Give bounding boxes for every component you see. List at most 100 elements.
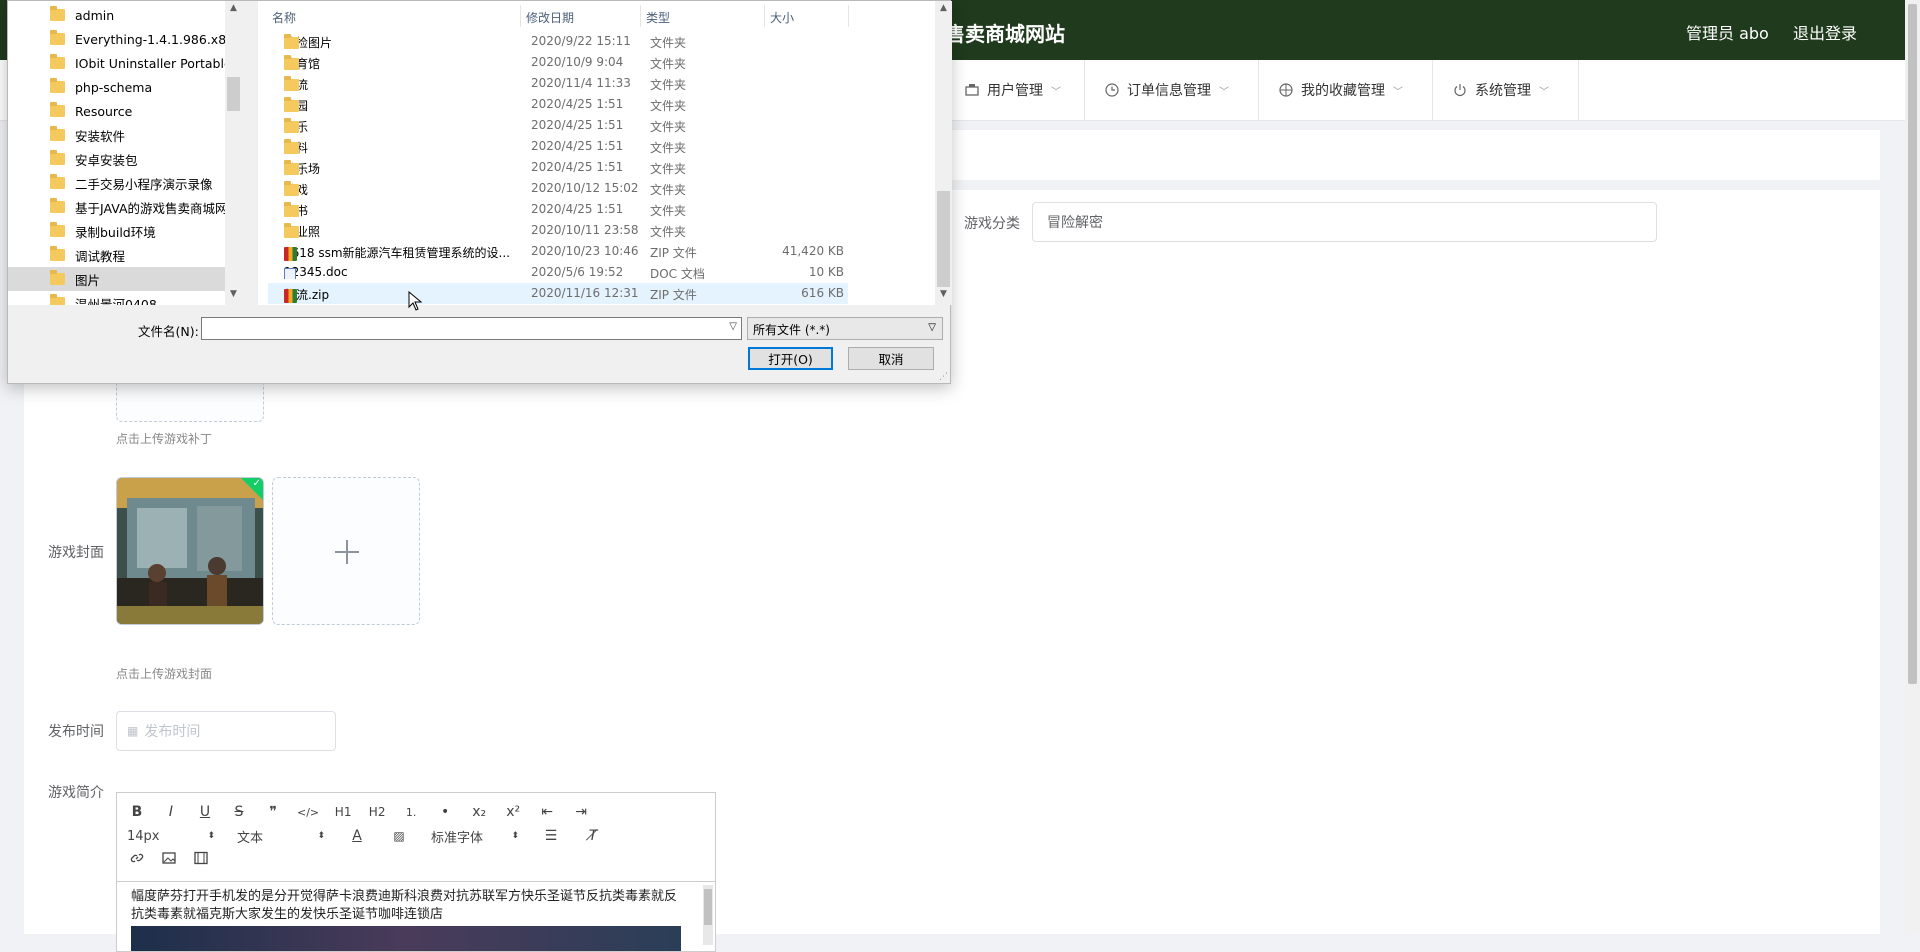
file-row[interactable]: 游乐场 2020/4/25 1:51 文件夹 [268,157,848,178]
cancel-button[interactable]: 取消 [848,347,934,370]
editor-content[interactable]: 幅度萨芬打开手机发的是分开觉得萨卡浪费迪斯科浪费对抗苏联军方快乐圣诞节反抗类毒素… [117,881,715,951]
zip-file-icon [284,247,297,261]
category-input[interactable]: 冒险解密 [1032,202,1657,242]
font-size-select[interactable]: 14px ⬍ [127,829,215,844]
column-name[interactable]: 名称 [272,9,296,26]
underline-button[interactable]: U [195,804,215,820]
folder-tree-item[interactable]: 二手交易小程序演示录像 [8,171,228,195]
folder-tree-label: IObit Uninstaller Portable [75,55,228,71]
logout-link[interactable]: 退出登录 [1793,20,1857,44]
folder-icon [50,78,65,93]
publish-date-input[interactable]: ▦ 发布时间 [116,711,336,751]
filetype-select[interactable]: 所有文件 (*.*) ▽ [747,317,943,340]
outdent-button[interactable]: ⇤ [537,804,557,820]
ordered-list-button[interactable]: 1. [401,806,421,819]
folder-tree-item[interactable]: 图片 [8,267,228,291]
font-family-select[interactable]: 标准字体 ⬍ [431,827,519,846]
clock-icon [1105,83,1119,97]
folder-tree-item[interactable]: Everything-1.4.1.986.x86 [8,27,228,51]
folder-tree-item[interactable]: 基于JAVA的游戏售卖商城网站 [8,195,228,219]
file-row[interactable]: 体育馆 2020/10/9 9:04 文件夹 [268,52,848,73]
folder-tree-item[interactable]: Resource [8,99,228,123]
scroll-up-icon[interactable]: ▲ [225,3,242,13]
subscript-button[interactable]: x₂ [469,804,489,820]
file-type: 文件夹 [650,99,687,113]
folder-tree-item[interactable]: 温州景河0408 [8,291,228,305]
column-type[interactable]: 类型 [646,9,670,26]
menu-user-management[interactable]: 用户管理 ﹀ [945,60,1085,120]
editor-scrollbar[interactable] [703,885,713,945]
italic-button[interactable]: I [161,804,181,820]
align-icon[interactable]: ☰ [541,828,561,844]
menu-favorites-management[interactable]: 我的收藏管理 ﹀ [1259,60,1433,120]
file-list-scroll-thumb[interactable] [937,191,950,287]
clear-format-icon[interactable]: T̸ [583,828,603,844]
folder-tree-item[interactable]: 安卓安装包 [8,147,228,171]
background-color-icon[interactable]: ▨ [389,829,409,843]
file-row[interactable]: 12345.doc 2020/5/6 19:52 DOC 文档 10 KB [268,262,848,283]
code-block-button[interactable]: </> [297,806,319,819]
resize-grip-icon[interactable]: ⋰ [939,372,948,382]
superscript-button[interactable]: x² [503,804,523,820]
folder-tree-item[interactable]: admin [8,3,228,27]
folder-tree-item[interactable]: 安装软件 [8,123,228,147]
scroll-up-icon[interactable]: ▲ [935,3,952,13]
file-name-cell: 职业照 [284,223,320,240]
file-row[interactable]: 校园 2020/4/25 1:51 文件夹 [268,94,848,115]
file-type: 文件夹 [650,36,687,50]
file-date: 2020/4/25 1:51 [531,160,624,174]
filename-input[interactable]: ▽ [201,317,742,340]
page-scrollbar-thumb[interactable] [1908,4,1917,684]
file-row[interactable]: 游戏 2020/10/12 15:02 文件夹 [268,178,848,199]
file-row[interactable]: 物流 2020/11/4 11:33 文件夹 [268,73,848,94]
folder-tree-scroll-thumb[interactable] [227,77,240,111]
text-type-select[interactable]: 文本 ⬍ [237,827,325,846]
folder-icon [284,76,299,91]
file-row[interactable]: 证书 2020/4/25 1:51 文件夹 [268,199,848,220]
font-color-icon[interactable]: A [347,828,367,844]
blockquote-button[interactable]: ❞ [263,804,283,820]
image-icon[interactable] [159,851,179,869]
file-date: 2020/10/23 10:46 [531,244,639,258]
cover-thumbnail[interactable]: ✓ [116,477,264,625]
heading1-button[interactable]: H1 [333,805,353,819]
menu-order-management[interactable]: 订单信息管理 ﹀ [1085,60,1259,120]
file-row[interactable]: 物流.zip 2020/11/16 12:31 ZIP 文件 616 KB [268,283,848,304]
indent-button[interactable]: ⇥ [571,804,591,820]
video-icon[interactable] [191,851,211,869]
menu-system-management[interactable]: 系统管理 ﹀ [1433,60,1579,120]
column-size[interactable]: 大小 [770,9,794,26]
file-row[interactable]: 体检图片 2020/9/22 15:11 文件夹 [268,31,848,52]
strike-button[interactable]: S [229,804,249,820]
folder-tree-item[interactable]: 调试教程 [8,243,228,267]
file-row[interactable]: 饮料 2020/4/25 1:51 文件夹 [268,136,848,157]
chevron-down-icon[interactable]: ▽ [729,321,737,332]
scroll-down-icon[interactable]: ▼ [935,289,952,299]
folder-tree-label: 温州景河0408 [75,296,157,306]
file-row[interactable]: 职业照 2020/10/11 23:58 文件夹 [268,220,848,241]
heading2-button[interactable]: H2 [367,805,387,819]
folder-tree-item[interactable]: php-schema [8,75,228,99]
page-scrollbar[interactable] [1905,0,1920,934]
folder-tree-item[interactable]: IObit Uninstaller Portable [8,51,228,75]
folder-tree-label: 调试教程 [75,248,126,264]
file-type: 文件夹 [650,120,687,134]
file-row[interactable]: 音乐 2020/4/25 1:51 文件夹 [268,115,848,136]
mouse-cursor-icon [408,291,422,311]
folder-icon [50,246,65,261]
folder-icon [284,139,299,154]
file-name-cell: 饮料 [284,139,308,156]
cover-upload-box[interactable] [272,477,420,625]
file-list-scrollbar[interactable]: ▲ ▼ [935,1,952,305]
link-icon[interactable] [127,851,147,869]
folder-tree-scrollbar[interactable]: ▲ ▼ [225,1,242,305]
column-date[interactable]: 修改日期 [526,9,574,26]
open-button[interactable]: 打开(O) [748,347,833,370]
file-row[interactable]: 1618 ssm新能源汽车租赁管理系统的设... 2020/10/23 10:46… [268,241,848,262]
chevron-down-icon: ﹀ [1219,86,1229,98]
bold-button[interactable]: B [127,804,147,820]
bullet-list-button[interactable]: • [435,804,455,820]
intro-label: 游戏简介 [48,785,104,801]
scroll-down-icon[interactable]: ▼ [225,289,242,299]
folder-tree-item[interactable]: 录制build环境 [8,219,228,243]
